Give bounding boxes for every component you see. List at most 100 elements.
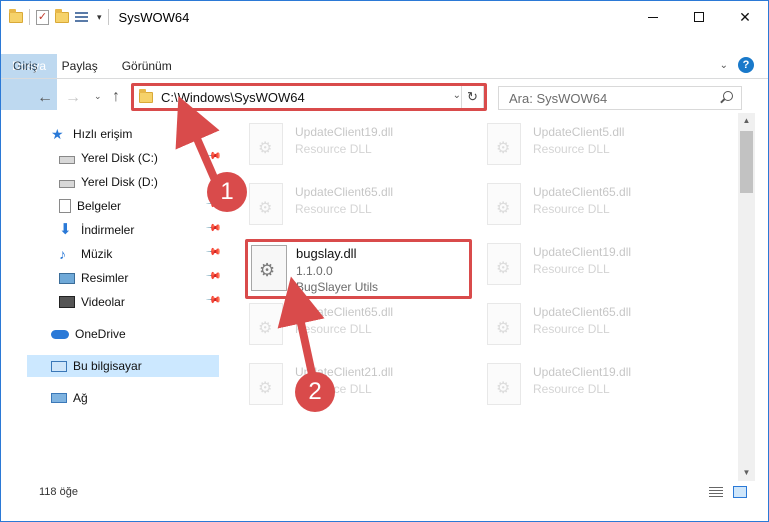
sidebar-item-label: Belgeler xyxy=(77,199,122,213)
sidebar-item-label: İndirmeler xyxy=(81,223,135,237)
sidebar-item-network[interactable]: Ağ xyxy=(51,387,201,409)
properties-check-icon[interactable]: ✓ xyxy=(36,9,49,25)
new-folder-icon[interactable] xyxy=(55,8,69,23)
file-description: Resource DLL xyxy=(533,382,610,396)
file-description: Resource DLL xyxy=(533,202,610,216)
file-item[interactable]: UpdateClient65.dll Resource DLL xyxy=(461,297,691,353)
file-name: UpdateClient19.dll xyxy=(533,365,632,379)
large-icons-view-icon[interactable] xyxy=(733,486,747,498)
sidebar-item-label: Bu bilgisayar xyxy=(73,359,142,373)
window-title: SysWOW64 xyxy=(118,9,190,25)
file-name: UpdateClient65.dll xyxy=(295,185,394,199)
file-item[interactable]: UpdateClient19.dll Resource DLL xyxy=(223,117,453,173)
file-name: bugslay.dll xyxy=(296,246,357,261)
sidebar-item-documents[interactable]: Belgeler xyxy=(59,195,199,217)
explorer-window: ✓ ▾ SysWOW64 ✕ Dosya Giriş Paylaş Görünü… xyxy=(0,0,769,522)
forward-arrow-icon[interactable]: → xyxy=(65,89,81,107)
documents-icon xyxy=(59,199,71,213)
help-icon[interactable]: ? xyxy=(738,57,754,73)
this-pc-icon xyxy=(51,360,67,372)
details-view-icon[interactable] xyxy=(709,487,723,498)
sidebar-item-music[interactable]: ♪ Müzik xyxy=(59,243,199,265)
minimize-icon xyxy=(648,16,658,18)
file-description: Resource DLL xyxy=(533,142,610,156)
dll-file-icon xyxy=(487,183,521,225)
sidebar-item-label: Videolar xyxy=(81,295,125,309)
scroll-thumb[interactable] xyxy=(740,131,753,193)
divider xyxy=(1,78,768,79)
file-item[interactable]: UpdateClient19.dll Resource DLL xyxy=(461,237,691,293)
sidebar-item-label: OneDrive xyxy=(75,327,126,341)
search-input[interactable]: Ara: SysWOW64 xyxy=(498,86,742,110)
sidebar-item-label: Resimler xyxy=(81,271,129,285)
pin-icon[interactable]: 📌 xyxy=(205,268,222,285)
pin-icon[interactable]: 📌 xyxy=(205,244,222,261)
videos-icon xyxy=(59,296,75,308)
file-item[interactable]: UpdateClient21.dll Resource DLL xyxy=(223,357,453,413)
dll-file-icon xyxy=(487,303,521,345)
sidebar-item-onedrive[interactable]: OneDrive xyxy=(51,323,201,345)
tab-view[interactable]: Görünüm xyxy=(110,54,184,78)
up-arrow-icon[interactable]: ↑ xyxy=(112,88,120,106)
window-controls: ✕ xyxy=(630,1,768,33)
drive-icon xyxy=(59,156,75,164)
scroll-down-icon[interactable]: ▼ xyxy=(738,465,755,481)
file-description: Resource DLL xyxy=(295,202,372,216)
file-description: Resource DLL xyxy=(295,142,372,156)
vertical-scrollbar[interactable]: ▲ ▼ xyxy=(738,113,755,481)
search-placeholder: Ara: SysWOW64 xyxy=(509,90,608,106)
file-description: Resource DLL xyxy=(295,322,372,336)
highlighted-file-item[interactable]: bugslay.dll 1.1.0.0 BugSlayer Utils xyxy=(245,239,472,299)
status-item-count: 118 öğe xyxy=(39,486,78,498)
step-badge-1: 1 xyxy=(207,172,247,212)
sidebar-item-videos[interactable]: Videolar xyxy=(59,291,199,313)
pin-icon[interactable]: 📌 xyxy=(205,292,222,309)
pin-icon[interactable]: 📌 xyxy=(205,220,222,237)
sidebar-item-label: Hızlı erişim xyxy=(73,127,133,141)
recent-locations-icon[interactable]: ⌄ xyxy=(94,91,102,102)
file-name: UpdateClient65.dll xyxy=(533,305,632,319)
maximize-button[interactable] xyxy=(676,1,722,33)
sidebar-item-quick-access[interactable]: ★ Hızlı erişim xyxy=(51,123,201,145)
file-name: UpdateClient65.dll xyxy=(533,185,632,199)
customize-icon[interactable] xyxy=(75,11,91,24)
quick-access-toolbar: ✓ ▾ xyxy=(9,8,109,25)
tab-share[interactable]: Paylaş xyxy=(50,54,110,78)
file-item[interactable]: UpdateClient19.dll Resource DLL xyxy=(461,357,691,413)
dll-file-icon xyxy=(249,123,283,165)
sidebar-item-pictures[interactable]: Resimler xyxy=(59,267,199,289)
search-icon[interactable] xyxy=(723,91,733,101)
file-item[interactable]: UpdateClient5.dll Resource DLL xyxy=(461,117,691,173)
pictures-icon xyxy=(59,272,75,284)
address-highlight-box xyxy=(131,83,487,111)
sidebar-item-label: Müzik xyxy=(81,247,113,261)
sidebar-item-local-disk-d[interactable]: Yerel Disk (D:) xyxy=(59,171,209,193)
back-arrow-icon[interactable]: ← xyxy=(37,89,53,107)
file-item[interactable]: UpdateClient65.dll Resource DLL xyxy=(461,177,691,233)
quick-access-dropdown-icon[interactable]: ▾ xyxy=(97,12,102,23)
file-name: UpdateClient5.dll xyxy=(533,125,625,139)
sidebar-item-downloads[interactable]: ⬇ İndirmeler xyxy=(59,219,199,241)
sidebar-item-this-pc[interactable]: Bu bilgisayar xyxy=(27,355,219,377)
onedrive-icon xyxy=(51,329,69,339)
close-button[interactable]: ✕ xyxy=(722,1,768,33)
close-icon: ✕ xyxy=(739,8,751,25)
scroll-up-icon[interactable]: ▲ xyxy=(738,113,755,129)
file-item[interactable]: UpdateClient65.dll Resource DLL xyxy=(223,297,453,353)
sidebar-item-local-disk-c[interactable]: Yerel Disk (C:) xyxy=(59,147,209,169)
minimize-button[interactable] xyxy=(630,1,676,33)
dll-file-icon xyxy=(249,363,283,405)
title-bar: ✓ ▾ SysWOW64 ✕ xyxy=(1,1,768,33)
ribbon-tabs: Dosya Giriş Paylaş Görünüm xyxy=(1,54,184,110)
file-description: Resource DLL xyxy=(533,262,610,276)
dll-file-icon xyxy=(487,243,521,285)
file-name: UpdateClient65.dll xyxy=(295,305,394,319)
folder-icon xyxy=(9,8,23,23)
sidebar-item-label: Yerel Disk (C:) xyxy=(81,151,158,165)
divider xyxy=(107,9,109,25)
dll-file-icon xyxy=(249,303,283,345)
divider xyxy=(29,9,30,25)
file-item[interactable]: UpdateClient65.dll Resource DLL xyxy=(223,177,453,233)
expand-ribbon-icon[interactable]: ⌄ xyxy=(720,60,728,71)
network-icon xyxy=(51,393,67,403)
